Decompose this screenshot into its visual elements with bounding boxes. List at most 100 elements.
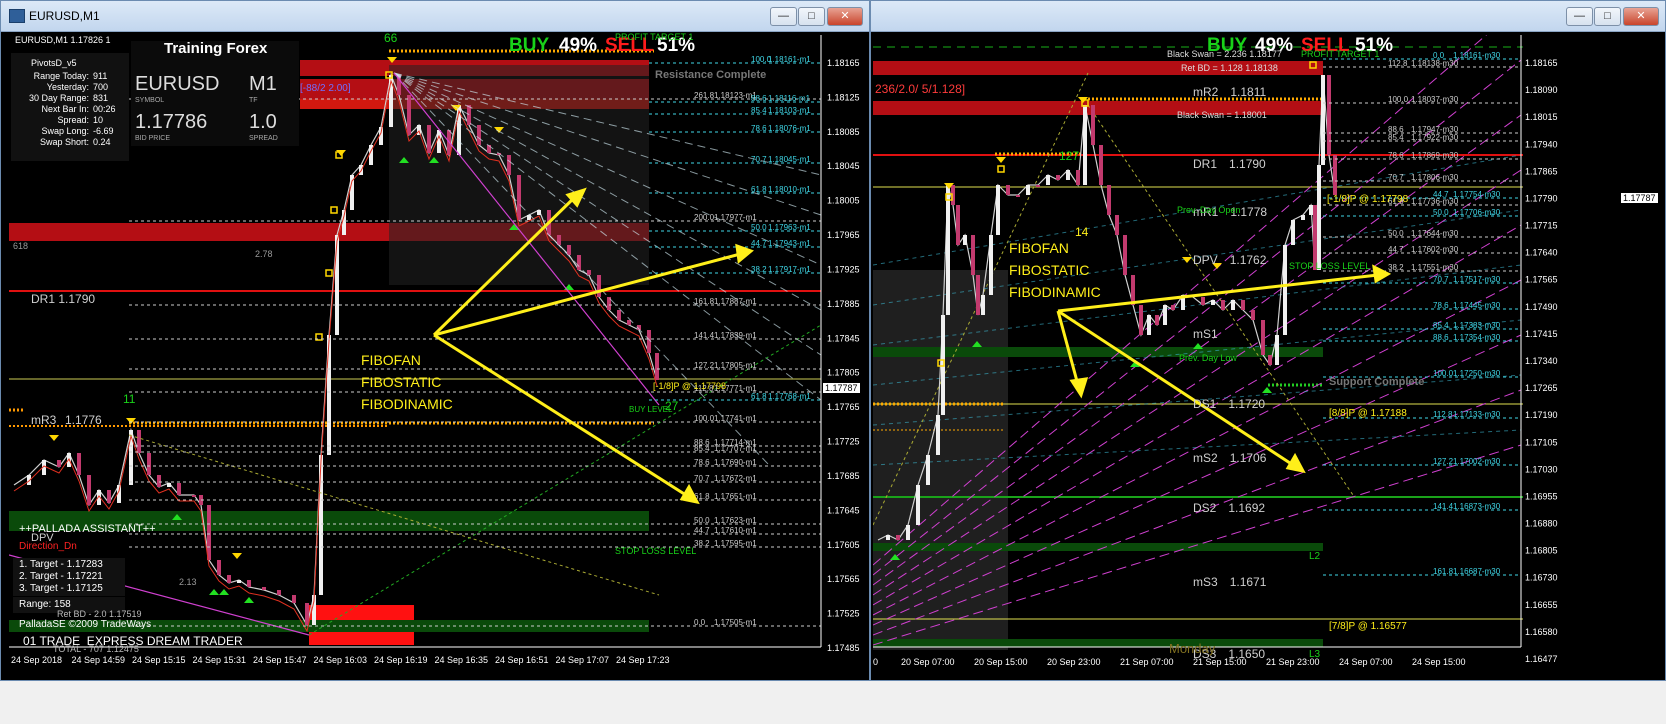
candle <box>277 590 281 595</box>
spread-caption: SPREAD <box>249 135 278 142</box>
fibodinamic-text: FIBODINAMIC <box>361 396 453 412</box>
minimize-button[interactable]: — <box>1566 7 1593 26</box>
target-2: 2. Target - 1.17221 <box>19 571 103 582</box>
candle <box>167 483 171 487</box>
candle <box>976 275 980 315</box>
fib-level-price: 1.18045-m1 <box>768 155 811 164</box>
pivot-label-ms3: mS3 1.1671 <box>1193 575 1266 589</box>
maximize-button[interactable]: □ <box>1594 7 1621 26</box>
left-chart-window[interactable]: EURUSD,M1 — □ ✕ 100.0 1.18161-m1 261.8 1.18… <box>0 0 870 681</box>
candle <box>926 455 930 485</box>
fib-level-pct: 38.2 <box>1388 263 1404 272</box>
pivot-price-label: [-1/8]P @ 1.17798 <box>653 381 727 391</box>
fib-level-price: 1.17505-m1 <box>714 618 757 627</box>
chart-window-icon <box>9 9 25 23</box>
candle <box>1076 170 1080 185</box>
ret-bd-label: Ret BD = 1.128 1.18138 <box>1181 63 1278 73</box>
candle <box>57 460 61 467</box>
fib-level-price: 1.17917-m1 <box>768 265 811 274</box>
close-button[interactable]: ✕ <box>827 7 863 26</box>
pivot-row-value: 831 <box>93 93 109 103</box>
price-tick: 1.17685 <box>827 471 860 481</box>
maximize-button[interactable]: □ <box>798 7 825 26</box>
candle <box>1309 205 1313 215</box>
candle <box>1317 165 1321 270</box>
price-tick: 1.18015 <box>1525 112 1558 122</box>
fib-level-pct: 112.8 <box>1433 410 1453 419</box>
spread-value: 1.0 <box>249 111 277 133</box>
candle <box>1155 315 1159 325</box>
candle <box>1107 185 1111 215</box>
stop-loss-label: STOP LOSS LEVEL <box>1289 261 1371 271</box>
price-tick: 1.18125 <box>827 92 860 102</box>
price-tick: 1.17105 <box>1525 437 1558 447</box>
sell-signal-arrow <box>336 150 346 156</box>
resistance-complete-label: Resistance Complete <box>655 69 767 81</box>
candle <box>956 205 960 245</box>
candle <box>427 125 431 153</box>
current-price-marker: 1.17787 <box>823 383 860 393</box>
buy-signal-arrow <box>1193 343 1203 349</box>
candle <box>157 475 161 487</box>
val-278: 2.78 <box>255 249 273 259</box>
fib-level-pct: 61.8 <box>751 392 767 401</box>
pivot-label-ms2: mS2 1.1706 <box>1193 451 1266 465</box>
training-forex-label: Training Forex <box>164 40 268 57</box>
price-tick: 1.17415 <box>1525 329 1558 339</box>
fibofan-text: FIBOFAN <box>361 352 421 368</box>
buy-label: BUY <box>509 35 550 56</box>
minimize-button[interactable]: — <box>770 7 797 26</box>
candle <box>1016 195 1020 197</box>
close-button[interactable]: ✕ <box>1623 7 1659 26</box>
left-window-titlebar[interactable]: EURUSD,M1 — □ ✕ <box>1 1 869 32</box>
timeframe: M1 <box>249 73 277 95</box>
fib-level-price: 1.18138-m30 <box>1411 59 1459 68</box>
candle <box>1139 305 1143 335</box>
candle <box>1056 175 1060 180</box>
price-tick: 1.18165 <box>827 58 860 68</box>
buy-level-label: BUY LEVEL <box>629 405 673 414</box>
fib-level-pct: 50.0 <box>694 516 710 525</box>
price-tick: 1.17640 <box>1525 248 1558 258</box>
signal-box <box>325 269 333 277</box>
pivot-row-value: -6.69 <box>93 126 114 136</box>
candle <box>597 275 601 297</box>
val-618: 618 <box>13 241 29 251</box>
count-127: 127 <box>1059 149 1080 163</box>
fibostatic-text: FIBOSTATIC <box>361 374 442 390</box>
candle <box>107 490 111 503</box>
price-tick: 1.17940 <box>1525 139 1558 149</box>
fib-level-price: 1.17445-m30 <box>1453 301 1501 310</box>
sell-signal-arrow <box>996 157 1006 163</box>
right-chart-window[interactable]: — □ ✕ 0.0 1.18161-m30 112.8 1.18138-m30 100.… <box>870 0 1666 681</box>
fib-level-pct: 0.0 <box>694 618 706 627</box>
price-tick: 1.16880 <box>1525 519 1558 529</box>
time-tick: 24 Sep 16:51 <box>495 655 549 665</box>
fib-level-price: 1.17768-m1 <box>768 392 811 401</box>
candle <box>1231 300 1235 310</box>
sell-signal-arrow <box>1182 257 1192 263</box>
price-tick: 1.18165 <box>1525 58 1558 68</box>
fib-level-pct: 88.6 <box>751 94 767 103</box>
support-zone <box>873 639 1323 647</box>
mr3-value: 1.1776 <box>65 413 102 427</box>
candle <box>1066 170 1070 180</box>
symbol-caption: SYMBOL <box>135 97 165 104</box>
candle <box>906 525 910 540</box>
fib-level-pct: 85.4 <box>1433 321 1449 330</box>
candle <box>1099 145 1103 185</box>
price-tick: 1.17715 <box>1525 221 1558 231</box>
candle <box>507 155 511 175</box>
pivot-label-ds2: DS2 1.1692 <box>1193 501 1265 515</box>
bid-caption: BID PRICE <box>135 135 171 142</box>
fib-level-pct: 44.7 <box>751 239 767 248</box>
right-window-titlebar[interactable]: — □ ✕ <box>871 1 1665 32</box>
price-tick: 1.17525 <box>827 609 860 619</box>
candle <box>1211 300 1215 305</box>
price-tick: 1.17845 <box>827 333 860 343</box>
l3-label: L3 <box>1309 649 1321 660</box>
fib-level-pct: 44.7 <box>1433 190 1449 199</box>
candle <box>1327 75 1331 155</box>
candle <box>137 430 141 453</box>
pivot-row-key: Swap Long: <box>41 126 89 136</box>
